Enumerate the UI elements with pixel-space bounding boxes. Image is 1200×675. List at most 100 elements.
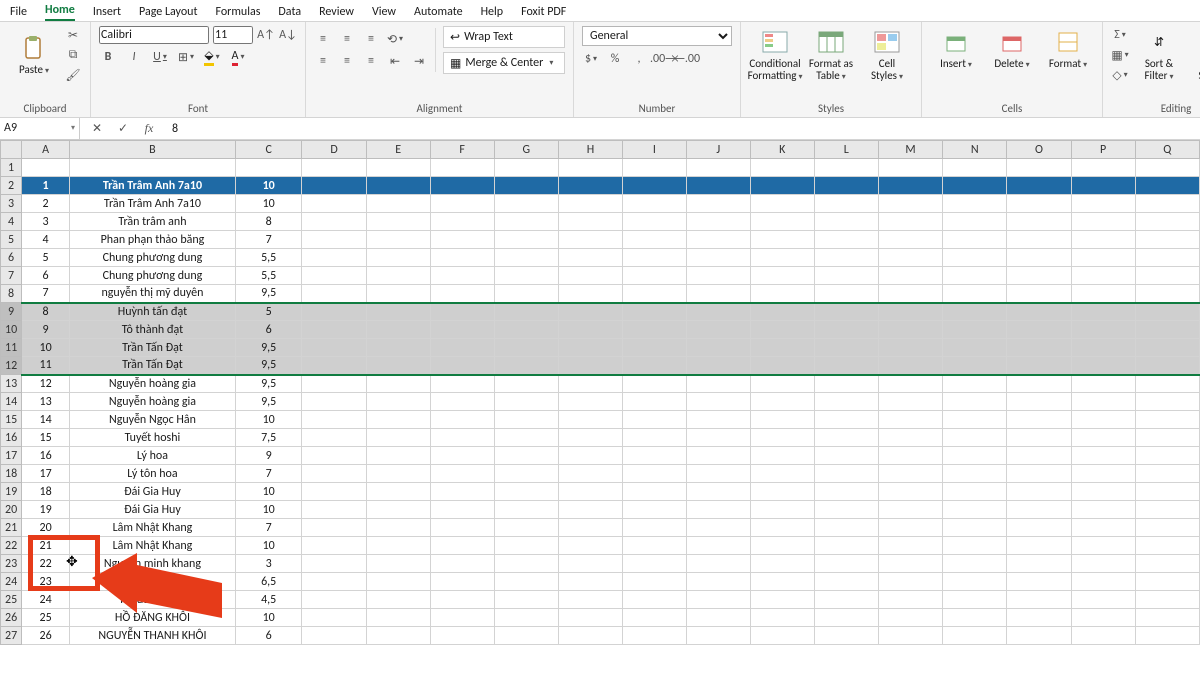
align-middle-icon[interactable]: ≡ [338,30,356,48]
tab-file[interactable]: File [10,3,27,21]
cell-O5[interactable] [1007,231,1071,249]
cell-N7[interactable] [943,267,1007,285]
cell-A9[interactable]: 8 [22,303,70,321]
col-header-I[interactable]: I [623,141,687,159]
cell-D20[interactable] [302,501,366,519]
cell-M27[interactable] [878,627,942,645]
cell-Q1[interactable] [1135,159,1199,177]
cell-J7[interactable] [686,267,750,285]
cell-I4[interactable] [623,213,687,231]
cell-P9[interactable] [1071,303,1135,321]
cell-D26[interactable] [302,609,366,627]
cell-M1[interactable] [878,159,942,177]
cell-O14[interactable] [1007,393,1071,411]
number-format-select[interactable]: General [582,26,732,46]
cell-D5[interactable] [302,231,366,249]
cell-K19[interactable] [750,483,814,501]
cell-L23[interactable] [814,555,878,573]
cell-A11[interactable]: 10 [22,339,70,357]
cell-Q13[interactable] [1135,375,1199,393]
sort-filter-button[interactable]: ⇵Sort & Filter [1133,26,1185,84]
tab-page-layout[interactable]: Page Layout [139,3,197,21]
cell-D25[interactable] [302,591,366,609]
row-header-18[interactable]: 18 [1,465,22,483]
cell-G25[interactable] [494,591,558,609]
cell-O13[interactable] [1007,375,1071,393]
cell-P6[interactable] [1071,249,1135,267]
cell-A25[interactable]: 24 [22,591,70,609]
cell-C23[interactable]: 3 [235,555,302,573]
cell-F16[interactable] [430,429,494,447]
cell-H3[interactable] [558,195,622,213]
cell-B27[interactable]: NGUYỄN THANH KHÔI [70,627,236,645]
cell-B22[interactable]: Lâm Nhật Khang [70,537,236,555]
cell-G17[interactable] [494,447,558,465]
col-header-P[interactable]: P [1071,141,1135,159]
cell-G6[interactable] [494,249,558,267]
cell-D6[interactable] [302,249,366,267]
col-header-M[interactable]: M [878,141,942,159]
cell-D21[interactable] [302,519,366,537]
cell-N6[interactable] [943,249,1007,267]
cell-J26[interactable] [686,609,750,627]
tab-foxit-pdf[interactable]: Foxit PDF [521,3,566,21]
cell-Q19[interactable] [1135,483,1199,501]
cell-J6[interactable] [686,249,750,267]
cell-P8[interactable] [1071,285,1135,303]
cell-K27[interactable] [750,627,814,645]
font-name-select[interactable] [99,26,209,44]
increase-font-icon[interactable]: A↑ [257,26,275,44]
cell-K9[interactable] [750,303,814,321]
row-header-19[interactable]: 19 [1,483,22,501]
tab-review[interactable]: Review [319,3,354,21]
cell-G21[interactable] [494,519,558,537]
cell-A26[interactable]: 25 [22,609,70,627]
cancel-icon[interactable]: ✕ [88,120,106,138]
cell-P12[interactable] [1071,357,1135,375]
cell-N16[interactable] [943,429,1007,447]
cell-I3[interactable] [623,195,687,213]
cell-M9[interactable] [878,303,942,321]
clear-icon[interactable]: ◇ [1111,66,1129,84]
cell-C3[interactable]: 10 [235,195,302,213]
cell-G23[interactable] [494,555,558,573]
cell-F18[interactable] [430,465,494,483]
inc-decimal-icon[interactable]: .00→ [654,50,672,68]
cell-I21[interactable] [623,519,687,537]
cell-P16[interactable] [1071,429,1135,447]
cell-M20[interactable] [878,501,942,519]
cell-E24[interactable] [366,573,430,591]
cell-N22[interactable] [943,537,1007,555]
cell-L13[interactable] [814,375,878,393]
cell-C7[interactable]: 5,5 [235,267,302,285]
cell-O20[interactable] [1007,501,1071,519]
row-header-8[interactable]: 8 [1,285,22,303]
row-header-7[interactable]: 7 [1,267,22,285]
cell-I25[interactable] [623,591,687,609]
cell-J10[interactable] [686,321,750,339]
cell-P1[interactable] [1071,159,1135,177]
cell-M8[interactable] [878,285,942,303]
cell-H14[interactable] [558,393,622,411]
cell-B14[interactable]: Nguyễn hoàng gia [70,393,236,411]
row-header-13[interactable]: 13 [1,375,22,393]
cell-B11[interactable]: Trần Tấn Đạt [70,339,236,357]
cell-A16[interactable]: 15 [22,429,70,447]
cell-L12[interactable] [814,357,878,375]
comma-icon[interactable]: , [630,50,648,68]
cell-I18[interactable] [623,465,687,483]
cell-N12[interactable] [943,357,1007,375]
cell-O3[interactable] [1007,195,1071,213]
cell-F14[interactable] [430,393,494,411]
cell-N1[interactable] [943,159,1007,177]
cell-F26[interactable] [430,609,494,627]
cell-I9[interactable] [623,303,687,321]
cell-D17[interactable] [302,447,366,465]
cell-Q24[interactable] [1135,573,1199,591]
cell-I26[interactable] [623,609,687,627]
col-header-D[interactable]: D [302,141,366,159]
cell-M15[interactable] [878,411,942,429]
delete-button[interactable]: Delete [986,26,1038,72]
cell-C17[interactable]: 9 [235,447,302,465]
col-header-H[interactable]: H [558,141,622,159]
